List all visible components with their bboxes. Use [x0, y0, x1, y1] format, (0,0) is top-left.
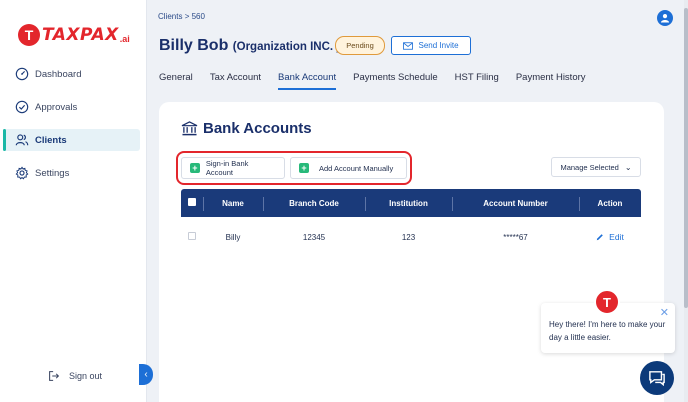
- edit-button[interactable]: Edit: [596, 232, 624, 242]
- manage-selected-label: Manage Selected: [560, 162, 619, 172]
- gauge-icon: [15, 67, 29, 81]
- chat-bubble-icon: [649, 371, 665, 386]
- sidebar: T TAXPAX .ai Dashboard Approvals Clients…: [0, 0, 147, 402]
- cell-branch-code: 12345: [302, 232, 326, 242]
- send-invite-button[interactable]: Send Invite: [391, 36, 471, 55]
- tab-general[interactable]: General: [159, 72, 193, 89]
- breadcrumb-current: 560: [191, 12, 205, 21]
- card-title-text: Bank Accounts: [203, 120, 312, 137]
- header-institution: Institution: [365, 196, 452, 211]
- plus-icon: +: [190, 163, 200, 173]
- cell-name: Billy: [225, 232, 241, 242]
- cell-account-number: *****67: [503, 232, 528, 242]
- bank-icon: [181, 121, 198, 136]
- sign-in-bank-account-label: Sign-in Bank Account: [205, 159, 249, 177]
- sidebar-item-settings[interactable]: Settings: [4, 162, 140, 184]
- cell-action: Edit: [579, 232, 641, 243]
- cell-institution: 123: [401, 232, 416, 242]
- plus-icon: +: [299, 163, 309, 173]
- row-checkbox[interactable]: [188, 232, 196, 240]
- table-row: Billy 12345 123 *****67 Edit: [181, 217, 641, 257]
- envelope-icon: [403, 41, 414, 50]
- breadcrumb: Clients > 560: [158, 12, 205, 21]
- sidebar-item-label: Approvals: [35, 101, 78, 113]
- breadcrumb-clients-link[interactable]: Clients: [158, 12, 182, 21]
- chat-launcher-button[interactable]: [640, 361, 674, 395]
- chat-bot-avatar: T: [594, 289, 620, 315]
- sign-out-label: Sign out: [69, 371, 103, 381]
- sidebar-item-dashboard[interactable]: Dashboard: [4, 63, 140, 85]
- manage-selected-dropdown[interactable]: Manage Selected ⌄: [551, 157, 641, 177]
- chevron-down-icon: ⌄: [624, 162, 632, 172]
- bank-accounts-card: Bank Accounts + Sign-in Bank Account + A…: [159, 102, 664, 402]
- sign-in-bank-account-button[interactable]: + Sign-in Bank Account: [181, 157, 285, 179]
- chat-message: Hey there! I'm here to make your day a l…: [549, 320, 666, 342]
- gear-icon: [15, 166, 29, 180]
- taxpax-logo[interactable]: T TAXPAX .ai: [18, 24, 130, 46]
- select-all-checkbox[interactable]: [188, 198, 196, 206]
- tab-payments-schedule[interactable]: Payments Schedule: [353, 72, 438, 89]
- sidebar-item-clients[interactable]: Clients: [3, 129, 140, 151]
- client-name: Billy Bob: [159, 37, 229, 54]
- scrollbar-thumb[interactable]: [684, 8, 688, 308]
- sidebar-item-approvals[interactable]: Approvals: [4, 96, 140, 118]
- sign-out-button[interactable]: Sign out: [47, 369, 102, 383]
- page-title: Billy Bob (Organization INC. ): [159, 37, 340, 55]
- select-all-cell: [181, 198, 203, 208]
- check-circle-icon: [15, 100, 29, 114]
- tab-tax-account[interactable]: Tax Account: [210, 72, 261, 89]
- header-branch-code: Branch Code: [263, 196, 365, 211]
- logo-text: TAXPAX: [42, 25, 119, 45]
- edit-label: Edit: [609, 231, 624, 242]
- header-account-number: Account Number: [452, 196, 579, 211]
- breadcrumb-separator: >: [184, 12, 190, 21]
- header-name: Name: [203, 196, 263, 211]
- sidebar-item-label: Settings: [35, 167, 70, 179]
- sidebar-item-label: Dashboard: [35, 68, 82, 80]
- card-title: Bank Accounts: [181, 120, 312, 137]
- user-icon: [660, 14, 670, 23]
- add-account-manually-label: Add Account Manually: [319, 163, 394, 173]
- tab-payment-history[interactable]: Payment History: [516, 72, 586, 89]
- page-scrollbar[interactable]: [684, 0, 688, 402]
- pencil-icon: [596, 233, 603, 240]
- table-header: Name Branch Code Institution Account Num…: [181, 189, 641, 217]
- tab-bar: General Tax Account Bank Account Payment…: [159, 72, 603, 90]
- row-select-cell: [181, 232, 203, 242]
- sign-out-icon: [47, 369, 61, 383]
- logo-mark: T: [18, 24, 40, 46]
- logo-suffix: .ai: [119, 34, 130, 44]
- send-invite-label: Send Invite: [418, 41, 459, 50]
- client-organization: (Organization INC. ): [232, 41, 341, 53]
- tab-bank-account[interactable]: Bank Account: [278, 72, 337, 90]
- status-badge: Pending: [335, 36, 385, 55]
- bank-accounts-table: Name Branch Code Institution Account Num…: [181, 189, 641, 257]
- users-icon: [15, 133, 29, 147]
- header-action: Action: [579, 196, 641, 211]
- tab-hst-filing[interactable]: HST Filing: [455, 72, 499, 89]
- sidebar-item-label: Clients: [35, 134, 67, 146]
- add-account-manually-button[interactable]: + Add Account Manually: [290, 157, 407, 179]
- user-avatar[interactable]: [657, 10, 673, 26]
